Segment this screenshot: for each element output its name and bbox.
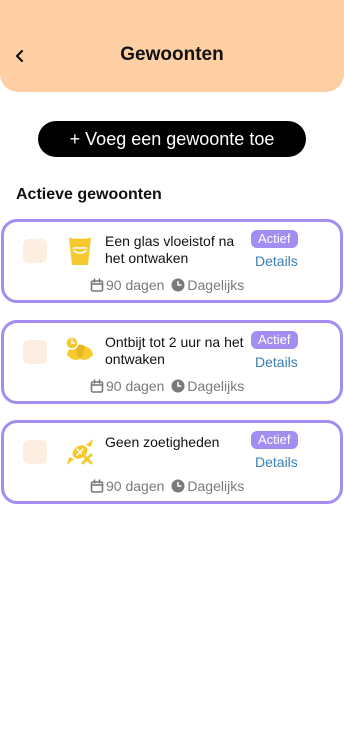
details-link[interactable]: Details	[255, 354, 298, 370]
habit-name: Een glas vloeistof na het ontwaken	[105, 233, 235, 266]
habit-card[interactable]: Een glas vloeistof na het ontwaken Actie…	[1, 219, 343, 303]
clock-icon	[171, 479, 185, 493]
add-habit-button[interactable]: + Voeg een gewoonte toe	[38, 121, 306, 157]
duration: 90 dagen	[90, 277, 164, 293]
duration-label: 90 dagen	[106, 378, 165, 394]
page-title: Gewoonten	[120, 44, 224, 65]
status-badge: Actief	[251, 431, 298, 449]
habit-card[interactable]: Geen zoetigheden Actief Details 90 dagen…	[1, 420, 343, 504]
details-link[interactable]: Details	[255, 253, 298, 269]
no-candy-icon	[67, 439, 93, 465]
habit-name: Geen zoetigheden	[105, 434, 220, 450]
status-badge: Actief	[251, 331, 298, 349]
frequency: Dagelijks	[171, 378, 244, 394]
section-title: Actieve gewoonten	[16, 186, 162, 203]
frequency-label: Dagelijks	[187, 478, 245, 494]
clock-icon	[171, 379, 185, 393]
frequency: Dagelijks	[171, 478, 244, 494]
frequency-label: Dagelijks	[187, 378, 245, 394]
clock-icon	[171, 278, 185, 292]
habit-checkbox[interactable]	[23, 340, 47, 364]
habit-checkbox[interactable]	[23, 440, 47, 464]
duration-label: 90 dagen	[106, 277, 165, 293]
habit-meta: 90 dagen Dagelijks	[90, 378, 244, 394]
status-badge: Actief	[251, 230, 298, 248]
glass-icon	[69, 237, 91, 265]
calendar-icon	[90, 479, 104, 493]
frequency: Dagelijks	[171, 277, 244, 293]
habit-name: Ontbijt tot 2 uur na het ontwaken	[105, 334, 244, 367]
croissant-clock-icon	[65, 336, 93, 360]
habit-meta: 90 dagen Dagelijks	[90, 478, 244, 494]
duration: 90 dagen	[90, 378, 164, 394]
frequency-label: Dagelijks	[187, 277, 245, 293]
details-link[interactable]: Details	[255, 454, 298, 470]
calendar-icon	[90, 278, 104, 292]
habit-checkbox[interactable]	[23, 239, 47, 263]
duration: 90 dagen	[90, 478, 164, 494]
header: Gewoonten	[0, 0, 344, 92]
duration-label: 90 dagen	[106, 478, 165, 494]
habit-meta: 90 dagen Dagelijks	[90, 277, 244, 293]
calendar-icon	[90, 379, 104, 393]
habit-card[interactable]: Ontbijt tot 2 uur na het ontwaken Actief…	[1, 320, 343, 404]
